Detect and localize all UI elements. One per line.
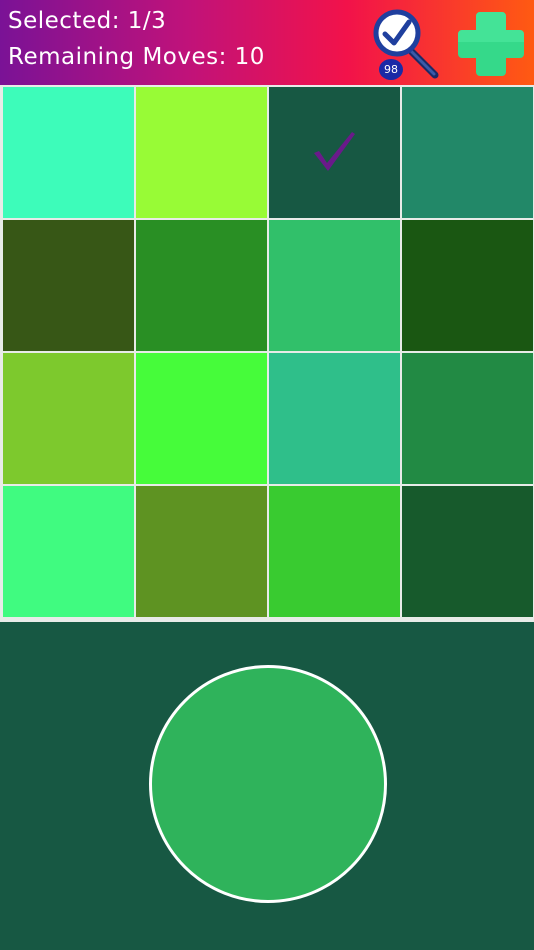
color-tile[interactable] [402, 353, 533, 484]
hint-count-badge: 98 [379, 59, 403, 80]
color-tile[interactable] [402, 220, 533, 351]
color-tile[interactable] [136, 353, 267, 484]
color-tile[interactable] [269, 353, 400, 484]
color-tile[interactable] [136, 87, 267, 218]
target-panel [0, 622, 534, 950]
color-tile[interactable] [402, 87, 533, 218]
check-mark-icon [314, 132, 355, 171]
color-tile[interactable] [3, 486, 134, 617]
color-tile[interactable] [402, 486, 533, 617]
color-tile-grid [0, 85, 534, 622]
color-tile[interactable] [136, 486, 267, 617]
color-tile[interactable] [3, 87, 134, 218]
color-tile[interactable] [136, 220, 267, 351]
target-color-circle [149, 665, 387, 903]
color-tile[interactable] [269, 87, 400, 218]
plus-icon [458, 12, 524, 76]
color-tile[interactable] [269, 220, 400, 351]
header-bar: Selected: 1/3 Remaining Moves: 10 98 [0, 0, 534, 85]
selected-counter: Selected: 1/3 [8, 8, 167, 34]
color-tile[interactable] [3, 353, 134, 484]
color-tile[interactable] [269, 486, 400, 617]
color-tile[interactable] [3, 220, 134, 351]
add-button[interactable] [454, 6, 528, 80]
remaining-moves: Remaining Moves: 10 [8, 44, 265, 70]
